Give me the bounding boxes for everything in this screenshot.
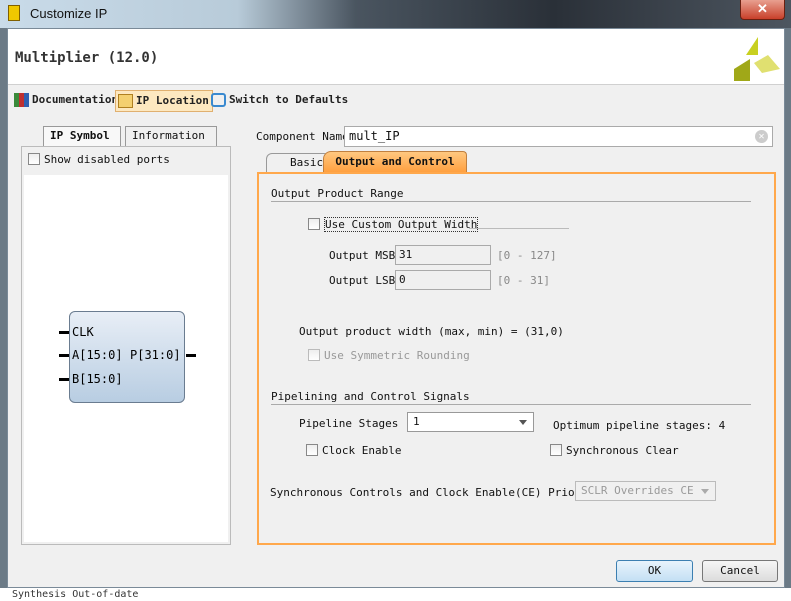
checkbox-box[interactable] bbox=[28, 153, 40, 165]
left-tabs: IP Symbol Information bbox=[21, 126, 231, 146]
pipeline-stages-value: 1 bbox=[413, 415, 420, 428]
folder-icon bbox=[118, 94, 133, 108]
output-range-heading: Output Product Range bbox=[271, 187, 751, 202]
tab-ip-symbol[interactable]: IP Symbol bbox=[43, 126, 121, 146]
symbol-canvas: CLK A[15:0] B[15:0] P[31:0] bbox=[24, 175, 228, 542]
customize-ip-dialog: Multiplier (12.0) Documentation IP Locat… bbox=[7, 28, 785, 588]
synchronous-clear-label: Synchronous Clear bbox=[566, 444, 679, 457]
chevron-down-icon bbox=[701, 489, 709, 494]
clock-enable-label: Clock Enable bbox=[322, 444, 402, 457]
ok-button[interactable]: OK bbox=[616, 560, 693, 582]
title-bar[interactable]: Customize IP ✕ bbox=[0, 0, 791, 28]
books-icon bbox=[14, 93, 29, 107]
chevron-down-icon bbox=[519, 420, 527, 425]
synchronous-clear-checkbox[interactable]: Synchronous Clear bbox=[550, 444, 679, 457]
clock-enable-checkbox[interactable]: Clock Enable bbox=[306, 444, 401, 457]
show-disabled-label: Show disabled ports bbox=[44, 153, 170, 166]
output-width-text: Output product width (max, min) = (31,0) bbox=[299, 325, 564, 338]
ip-location-label: IP Location bbox=[136, 94, 209, 107]
output-control-panel: Output Product Range Use Custom Output W… bbox=[257, 172, 776, 545]
toolbar: Documentation IP Location Switch to Defa… bbox=[8, 87, 784, 113]
checkbox-box[interactable] bbox=[308, 349, 320, 361]
optimum-stages-text: Optimum pipeline stages: 4 bbox=[553, 419, 726, 432]
component-name-input[interactable]: mult_IP ✕ bbox=[344, 126, 773, 147]
port-a: A[15:0] bbox=[72, 348, 123, 362]
multiplier-block: CLK A[15:0] B[15:0] P[31:0] bbox=[59, 311, 196, 403]
a-pin bbox=[59, 354, 69, 357]
refresh-icon bbox=[211, 93, 226, 107]
priority-label: Synchronous Controls and Clock Enable(CE… bbox=[270, 486, 602, 499]
priority-value: SCLR Overrides CE bbox=[581, 484, 694, 497]
p-pin bbox=[186, 354, 196, 357]
component-name-label: Component Name bbox=[256, 130, 349, 143]
tab-information[interactable]: Information bbox=[125, 126, 217, 146]
checkbox-box[interactable] bbox=[306, 444, 318, 456]
tab-output-and-control[interactable]: Output and Control bbox=[323, 151, 467, 172]
ip-symbol-panel: Show disabled ports CLK A[15:0] B[15:0] … bbox=[21, 146, 231, 545]
background-status: Synthesis Out-of-date bbox=[0, 588, 791, 601]
custom-output-width-label: Use Custom Output Width bbox=[324, 217, 479, 232]
pipelining-heading: Pipelining and Control Signals bbox=[271, 390, 751, 405]
output-lsb-input[interactable]: 0 bbox=[395, 270, 491, 290]
show-disabled-ports-checkbox[interactable]: Show disabled ports bbox=[28, 153, 170, 166]
app-icon bbox=[8, 5, 20, 21]
port-clk: CLK bbox=[72, 325, 94, 339]
cancel-button[interactable]: Cancel bbox=[702, 560, 778, 582]
close-button[interactable]: ✕ bbox=[740, 0, 785, 20]
ip-location-button[interactable]: IP Location bbox=[115, 90, 213, 112]
lsb-range: [0 - 31] bbox=[497, 274, 550, 287]
pipeline-stages-label: Pipeline Stages bbox=[299, 417, 399, 430]
port-p: P[31:0] bbox=[130, 348, 181, 362]
msb-range: [0 - 127] bbox=[497, 249, 557, 262]
custom-output-width-checkbox[interactable]: Use Custom Output Width bbox=[308, 217, 479, 232]
divider bbox=[469, 228, 569, 229]
symmetric-rounding-checkbox[interactable]: Use Symmetric Rounding bbox=[308, 349, 470, 362]
documentation-button[interactable]: Documentation bbox=[12, 90, 118, 112]
xilinx-logo-icon bbox=[734, 37, 780, 81]
header: Multiplier (12.0) bbox=[8, 29, 784, 85]
symmetric-rounding-label: Use Symmetric Rounding bbox=[324, 349, 470, 362]
priority-dropdown[interactable]: SCLR Overrides CE bbox=[575, 481, 716, 501]
documentation-label: Documentation bbox=[32, 93, 119, 106]
switch-defaults-label: Switch to Defaults bbox=[229, 93, 349, 106]
tab-basic[interactable]: Basic bbox=[266, 153, 328, 173]
output-msb-label: Output MSB bbox=[329, 249, 396, 262]
ip-title: Multiplier (12.0) bbox=[15, 50, 159, 66]
switch-to-defaults-button[interactable]: Switch to Defaults bbox=[209, 90, 348, 112]
port-b: B[15:0] bbox=[72, 372, 123, 386]
output-lsb-label: Output LSB bbox=[329, 274, 396, 287]
checkbox-box[interactable] bbox=[550, 444, 562, 456]
output-msb-input[interactable]: 31 bbox=[395, 245, 491, 265]
pipeline-stages-dropdown[interactable]: 1 bbox=[407, 412, 534, 432]
clear-icon[interactable]: ✕ bbox=[755, 130, 768, 143]
checkbox-box[interactable] bbox=[308, 218, 320, 230]
component-name-value: mult_IP bbox=[349, 129, 400, 143]
clk-pin bbox=[59, 331, 69, 334]
window-title: Customize IP bbox=[30, 6, 108, 21]
b-pin bbox=[59, 378, 69, 381]
